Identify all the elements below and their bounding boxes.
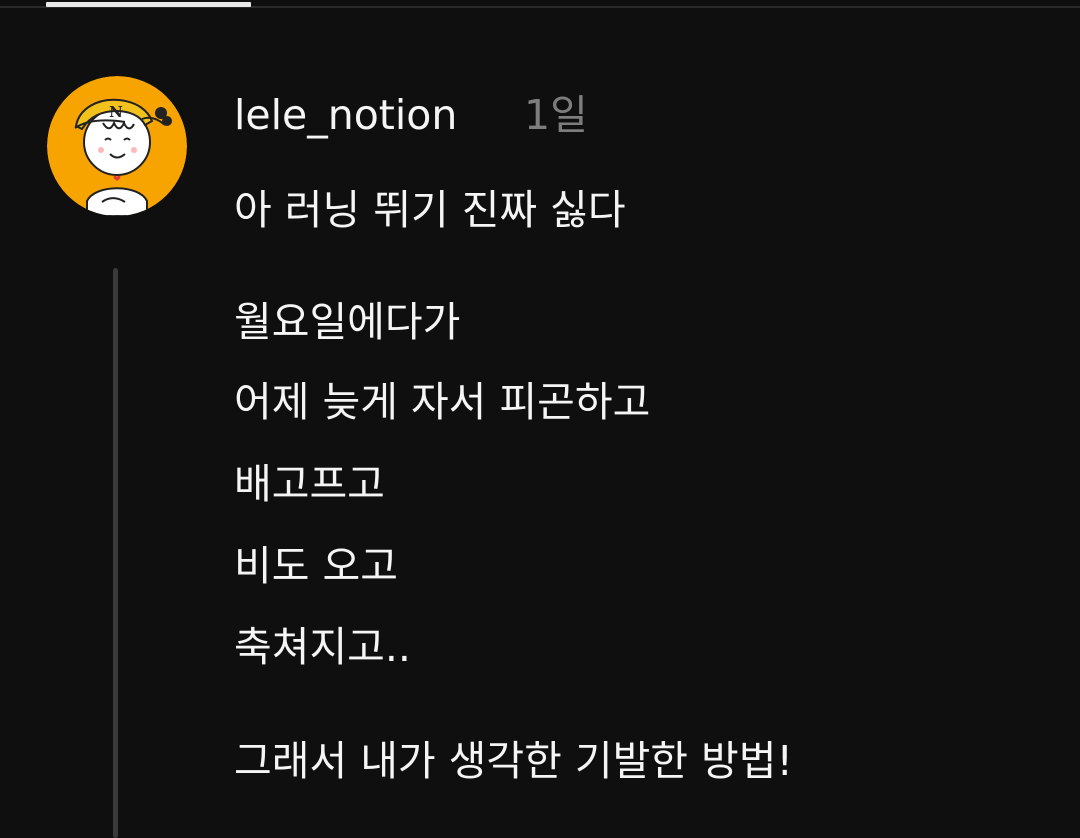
post-line: 아 러닝 뛰기 진짜 싫다 [234, 186, 626, 234]
post-line: 그래서 내가 생각한 기발한 방법! [234, 737, 793, 785]
post-line: 축쳐지고.. [234, 623, 411, 671]
avatar-cap-letter: N [109, 103, 123, 121]
user-avatar[interactable]: N [47, 76, 187, 216]
post-line: 배고프고 [234, 460, 385, 508]
username[interactable]: lele_notion [234, 85, 457, 145]
thread-line [113, 268, 118, 838]
active-tab-indicator [46, 2, 251, 7]
post-line: 월요일에다가 [234, 298, 461, 346]
cartoon-character-avatar-icon: N [47, 76, 187, 216]
timestamp[interactable]: 1일 [524, 85, 588, 145]
post-line: 비도 오고 [234, 542, 398, 590]
post-line: 어제 늦게 자서 피곤하고 [234, 378, 651, 426]
